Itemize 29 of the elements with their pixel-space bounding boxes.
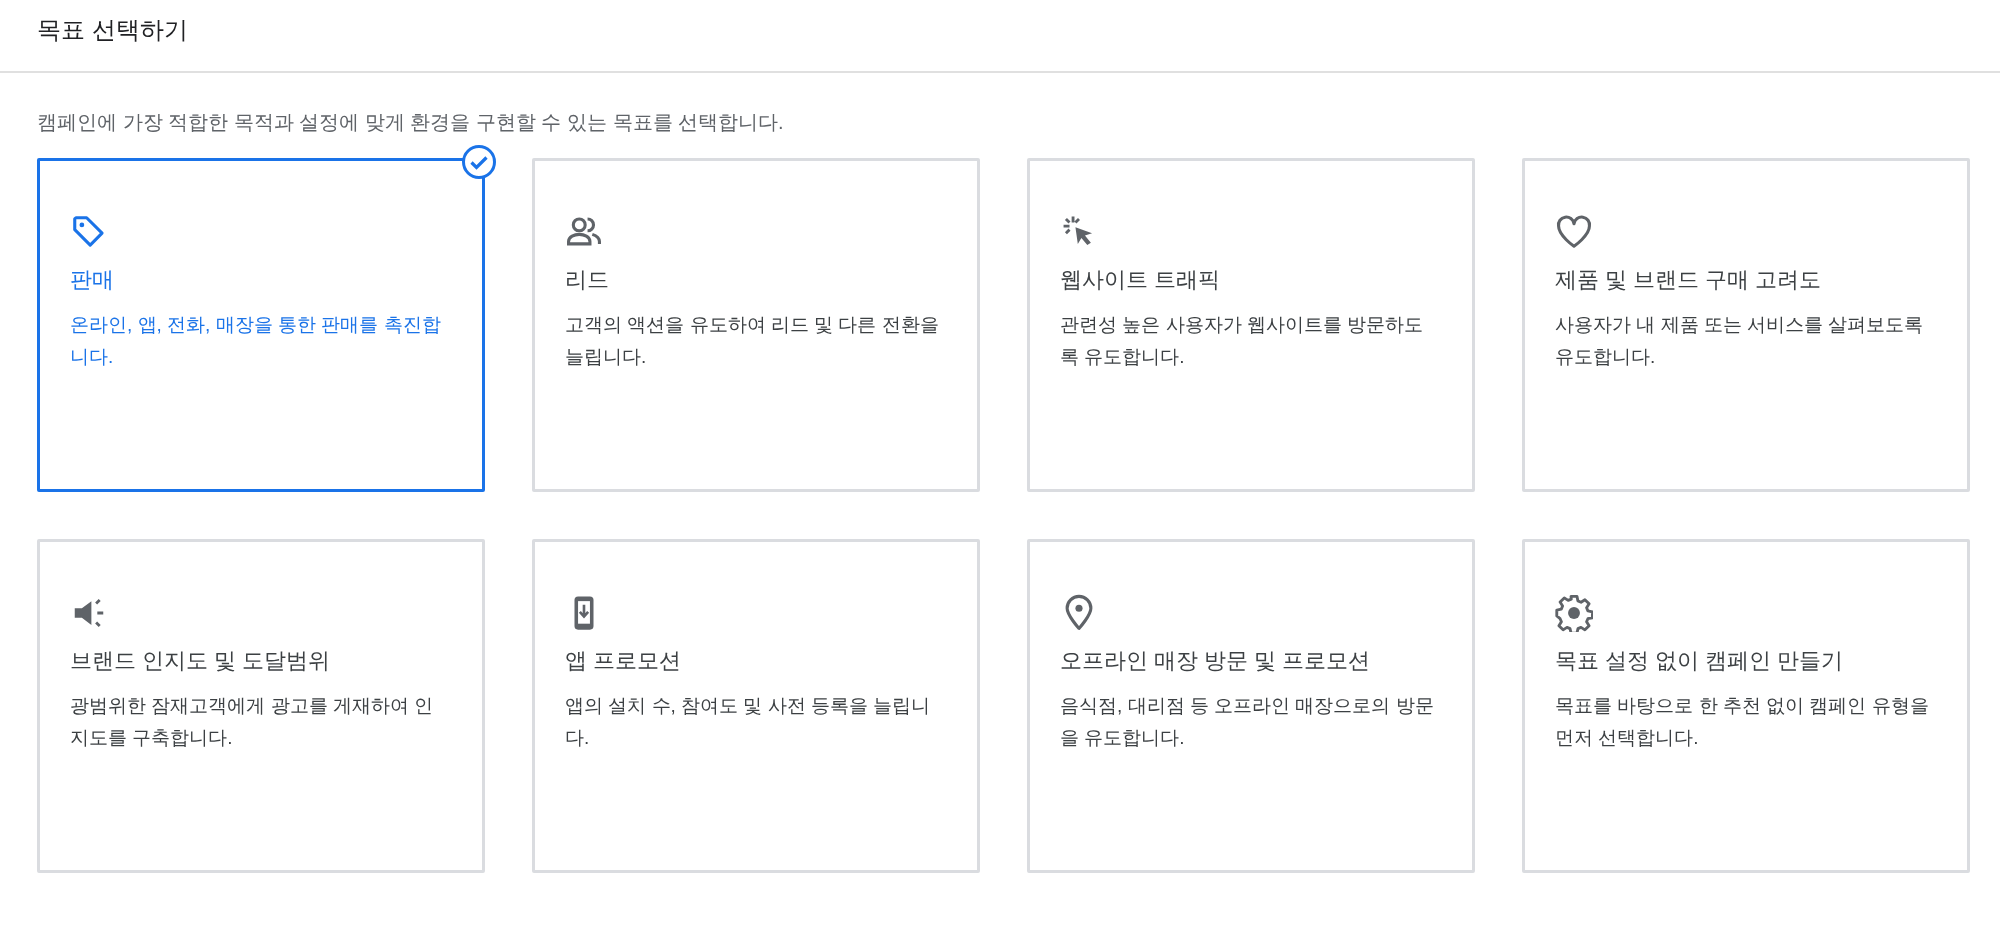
goal-title: 제품 및 브랜드 구매 고려도 (1555, 266, 1823, 294)
goal-description: 광범위한 잠재고객에게 광고를 게재하여 인지도를 구축합니다. (70, 694, 435, 750)
goal-title: 브랜드 인지도 및 도달범위 (70, 647, 332, 675)
goal-card[interactable]: 목표 설정 없이 캠페인 만들기 목표를 바탕으로 한 추천 없이 캠페인 유형을 먼저 선택합니다. (1522, 539, 1970, 873)
goal-description: 음식점, 대리점 등 오프라인 매장으로의 방문을 유도합니다. (1060, 694, 1435, 750)
goal-card[interactable]: 브랜드 인지도 및 도달범위 광범위한 잠재고객에게 광고를 게재하여 인지도를 구축합니다. (37, 539, 485, 873)
goal-description: 고객의 액션을 유도하여 리드 및 다른 전환을 늘립니다. (565, 313, 940, 369)
goal-title: 앱 프로모션 (565, 647, 683, 675)
page-title: 목표 선택하기 (37, 14, 188, 45)
goal-title: 오프라인 매장 방문 및 프로모션 (1060, 647, 1372, 675)
check-icon (461, 144, 497, 180)
heart-icon (1555, 213, 1593, 251)
settings-icon (1555, 594, 1593, 632)
goal-card[interactable]: 앱 프로모션 앱의 설치 수, 참여도 및 사전 등록을 늘립니다. (532, 539, 980, 873)
goal-card[interactable]: 제품 및 브랜드 구매 고려도 사용자가 내 제품 또는 서비스를 살펴보도록 유도합니다. (1522, 158, 1970, 492)
goal-title: 웹사이트 트래픽 (1060, 266, 1222, 294)
goal-description: 사용자가 내 제품 또는 서비스를 살펴보도록 유도합니다. (1555, 313, 1925, 369)
goal-title: 판매 (70, 266, 115, 294)
goal-description: 목표를 바탕으로 한 추천 없이 캠페인 유형을 먼저 선택합니다. (1555, 694, 1930, 750)
goal-card[interactable]: 판매 온라인, 앱, 전화, 매장을 통한 판매를 촉진합니다. (37, 158, 485, 492)
goal-title: 목표 설정 없이 캠페인 만들기 (1555, 647, 1845, 675)
goal-description: 앱의 설치 수, 참여도 및 사전 등록을 늘립니다. (565, 694, 932, 750)
goal-description: 관련성 높은 사용자가 웹사이트를 방문하도록 유도합니다. (1060, 313, 1425, 369)
goal-description: 온라인, 앱, 전화, 매장을 통한 판매를 촉진합니다. (70, 313, 442, 369)
goal-card[interactable]: 웹사이트 트래픽 관련성 높은 사용자가 웹사이트를 방문하도록 유도합니다. (1027, 158, 1475, 492)
goal-card[interactable]: 리드 고객의 액션을 유도하여 리드 및 다른 전환을 늘립니다. (532, 158, 980, 492)
goal-card[interactable]: 오프라인 매장 방문 및 프로모션 음식점, 대리점 등 오프라인 매장으로의 방문을 유도합니다. (1027, 539, 1475, 873)
goal-title: 리드 (565, 266, 610, 294)
intro-text: 캠페인에 가장 적합한 목적과 설정에 맞게 환경을 구현할 수 있는 목표를 선택합니다. (37, 110, 785, 135)
